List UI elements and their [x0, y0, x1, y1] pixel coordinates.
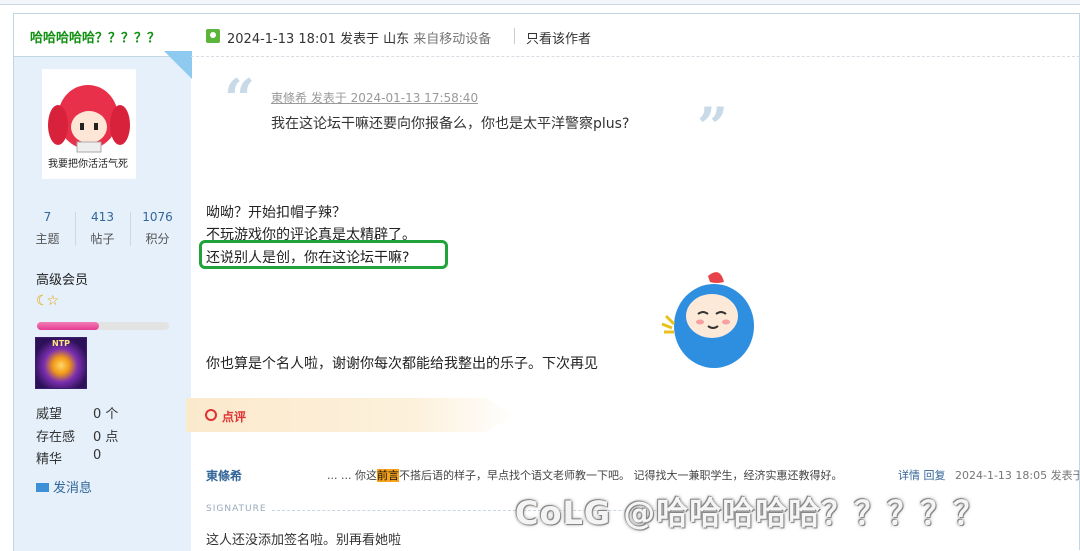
stat-value: 1076 — [142, 210, 173, 224]
signature-label: SIGNATURE — [206, 504, 271, 514]
signature-text: 这人还没添加签名啦。别再看她啦 — [206, 533, 402, 548]
stat-value: 7 — [43, 210, 52, 224]
stat-topics[interactable]: 7 主题 — [20, 210, 75, 247]
avatar-caption: 我要把你活活气死 — [48, 159, 128, 170]
post-meta: 2024-1-13 18:01 发表于 山东 来自移动设备 — [227, 28, 491, 47]
attr-key: 存在感 — [36, 430, 76, 445]
stat-label: 主题 — [35, 232, 60, 246]
stat-credits[interactable]: 1076 积分 — [130, 210, 185, 247]
medal-text: NTP — [52, 339, 71, 348]
send-message-link[interactable]: 发消息 — [36, 477, 92, 496]
comment-ring-icon — [205, 409, 217, 421]
comment-text-highlight: 前言 — [376, 469, 399, 482]
corner-badge-icon — [164, 51, 192, 79]
medal-icon[interactable]: NTP — [35, 337, 87, 389]
stat-posts[interactable]: 413 帖子 — [75, 210, 130, 247]
attr-key: 威望 — [36, 407, 63, 422]
comment-banner: 点评 — [186, 398, 516, 432]
highlight-box — [199, 240, 448, 269]
top-divider — [0, 0, 1080, 5]
rank-moon-star-icon: ☾☆ — [36, 293, 59, 309]
watermark: CoLG @哈哈哈哈哈？？？？？ — [515, 494, 987, 532]
comment-text-after: 不搭后语的样子，早点找个语文老师教一下吧。 记得找大一兼职学生，经济实惠还教得好… — [398, 469, 843, 482]
post-line: 你也算是个名人啦，谢谢你每次都能给我整出的乐子。下次再见 — [206, 356, 598, 372]
meta-divider — [514, 28, 515, 44]
sticker-emoji — [661, 272, 754, 368]
quote-text: 我在这论坛干嘛还要向你报备么，你也是太平洋警察plus? — [271, 116, 630, 132]
stat-label: 积分 — [145, 232, 170, 246]
attr-key: 精华 — [36, 452, 63, 467]
stat-value: 413 — [91, 210, 114, 224]
comment-text: ... ... 你这前言不搭后语的样子，早点找个语文老师教一下吧。 记得找大一兼… — [327, 467, 842, 483]
send-message-label: 发消息 — [53, 481, 93, 496]
comment-actions[interactable]: 详情 回复 — [898, 467, 946, 483]
comment-text-before: ... ... 你这 — [327, 469, 377, 482]
author-name-link[interactable]: 哈哈哈哈哈？？？？？ — [30, 27, 160, 46]
open-quote-icon: “ — [224, 67, 256, 131]
attr-value: 0 — [93, 448, 102, 463]
close-quote-icon: ” — [697, 95, 729, 159]
user-rank[interactable]: 高级会员 — [36, 269, 88, 288]
envelope-icon — [36, 483, 49, 492]
comment-section-label: 点评 — [222, 410, 247, 424]
post-device: 来自移动设备 — [413, 32, 492, 47]
avatar[interactable]: 我要把你活活气死 — [42, 69, 136, 179]
quote-author-link[interactable]: 東條希 发表于 2024-01-13 17:58:40 — [271, 89, 478, 106]
comment-time: 2024-1-13 18:05 发表于 — [955, 469, 1080, 482]
only-author-link[interactable]: 只看该作者 — [526, 28, 591, 47]
level-progress-bar — [37, 322, 169, 330]
online-status-icon — [206, 29, 220, 43]
post-header: 2024-1-13 18:01 发表于 山东 来自移动设备 只看该作者 — [191, 13, 1080, 57]
post-line: 呦呦？开始扣帽子辣？ — [206, 205, 346, 221]
level-progress-fill — [37, 322, 100, 330]
post-time-location: 2024-1-13 18:01 发表于 山东 — [227, 32, 410, 47]
stat-label: 帖子 — [90, 232, 115, 246]
attr-value: 0 个 — [93, 407, 119, 422]
author-panel: 哈哈哈哈哈？？？？？ 我要把你活活气死 7 主题 413 帖子 1076 积分 — [13, 13, 192, 551]
comment-user-link[interactable]: 東條希 — [206, 467, 242, 484]
attr-value: 0 点 — [93, 430, 119, 445]
